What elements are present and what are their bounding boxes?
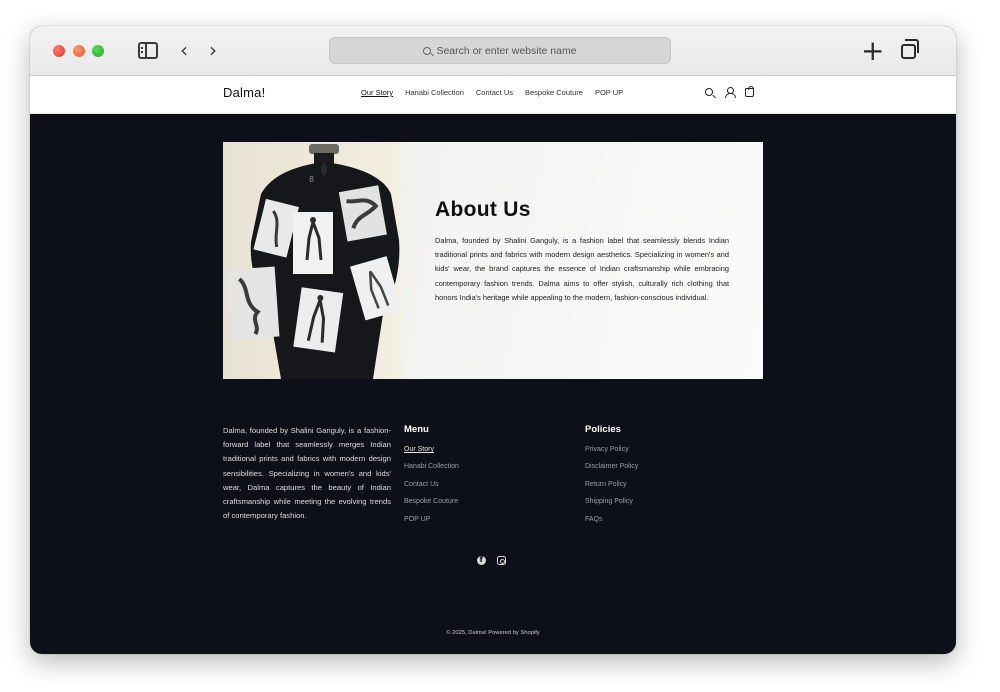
- svg-text:8: 8: [309, 175, 314, 184]
- footer-link-privacy-policy[interactable]: Privacy Policy: [585, 446, 638, 463]
- zoom-window-button[interactable]: [92, 45, 104, 57]
- brand-logo[interactable]: Dalma!: [223, 85, 265, 100]
- footer-link-pop-up[interactable]: POP UP: [404, 516, 459, 533]
- copyright-text: © 2025, Dalma! Powered by Shopify: [446, 630, 540, 636]
- about-body: Dalma, founded by Shalini Ganguly, is a …: [435, 236, 729, 302]
- footer-menu-heading: Menu: [404, 424, 429, 435]
- forward-arrow-icon[interactable]: ›: [209, 39, 217, 61]
- mannequin-photo: 8: [223, 142, 401, 379]
- address-placeholder: Search or enter website name: [436, 44, 577, 57]
- social-links: [477, 555, 506, 565]
- new-tab-icon[interactable]: +: [861, 37, 884, 65]
- nav-bespoke-couture[interactable]: Bespoke Couture: [525, 88, 583, 97]
- footer-about-text: Dalma, founded by Shalini Ganguly, is a …: [223, 426, 391, 521]
- footer-link-our-story[interactable]: Our Story: [404, 446, 459, 463]
- instagram-icon[interactable]: [497, 556, 506, 565]
- search-icon: [423, 46, 432, 55]
- site-header: Dalma! Our Story Hanabi Collection Conta…: [30, 76, 956, 114]
- footer-link-hanabi-collection[interactable]: Hanabi Collection: [404, 463, 459, 480]
- sidebar-icon[interactable]: [138, 42, 158, 59]
- search-icon[interactable]: [705, 88, 713, 96]
- footer-policies-heading: Policies: [585, 424, 621, 435]
- browser-window: ‹ › Search or enter website name + Dalma…: [30, 26, 956, 654]
- tabs-icon[interactable]: [901, 39, 919, 59]
- footer-menu: Menu Our Story Hanabi Collection Contact…: [404, 424, 459, 533]
- mannequin-illustration: 8: [226, 144, 401, 379]
- about-section: 8 About Us Dalma, founded by Shalini Gan…: [223, 142, 763, 379]
- header-icons: [705, 85, 754, 98]
- footer-policies: Policies Privacy Policy Disclaimer Polic…: [585, 424, 638, 533]
- facebook-icon[interactable]: [477, 555, 486, 565]
- address-bar[interactable]: Search or enter website name: [329, 37, 671, 64]
- nav-our-story[interactable]: Our Story: [361, 88, 393, 97]
- minimize-window-button[interactable]: [73, 45, 85, 57]
- footer-link-contact-us[interactable]: Contact Us: [404, 481, 459, 498]
- close-window-button[interactable]: [53, 45, 65, 57]
- cart-icon[interactable]: [745, 85, 754, 97]
- nav-pop-up[interactable]: POP UP: [595, 88, 623, 97]
- nav-hanabi-collection[interactable]: Hanabi Collection: [405, 88, 464, 97]
- footer-link-bespoke-couture[interactable]: Bespoke Couture: [404, 498, 459, 515]
- footer-link-faqs[interactable]: FAQs: [585, 516, 638, 533]
- back-arrow-icon[interactable]: ‹: [180, 39, 188, 61]
- footer-link-shipping-policy[interactable]: Shipping Policy: [585, 498, 638, 515]
- footer-link-return-policy[interactable]: Return Policy: [585, 481, 638, 498]
- about-title: About Us: [435, 198, 531, 221]
- main-nav: Our Story Hanabi Collection Contact Us B…: [361, 88, 623, 97]
- account-icon[interactable]: [724, 87, 736, 98]
- nav-contact-us[interactable]: Contact Us: [476, 88, 513, 97]
- footer-link-disclaimer-policy[interactable]: Disclaimer Policy: [585, 463, 638, 480]
- browser-toolbar: ‹ › Search or enter website name +: [30, 26, 956, 76]
